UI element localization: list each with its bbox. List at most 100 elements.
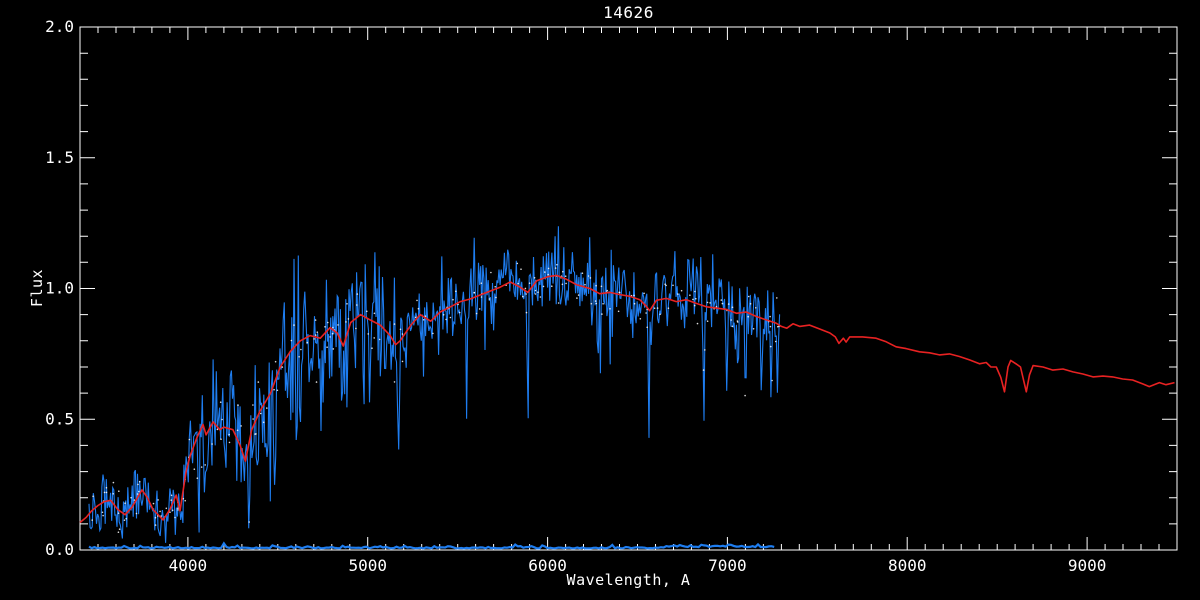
- data-speck: [547, 267, 550, 270]
- data-speck: [123, 519, 126, 521]
- data-speck: [276, 389, 279, 392]
- data-speck: [417, 307, 420, 310]
- data-speck: [367, 333, 370, 335]
- data-speck: [174, 516, 176, 519]
- data-speck: [755, 307, 757, 309]
- data-speck: [490, 271, 492, 274]
- data-speck: [769, 315, 771, 318]
- data-speck: [346, 303, 348, 305]
- data-speck: [749, 303, 752, 305]
- data-speck: [696, 322, 699, 325]
- data-speck: [347, 318, 350, 320]
- data-speck: [252, 418, 254, 420]
- y-tick-label: 1.0: [45, 279, 74, 298]
- data-speck: [138, 490, 140, 493]
- data-speck: [533, 277, 536, 279]
- data-speck: [300, 348, 302, 351]
- data-speck: [401, 360, 404, 363]
- data-speck: [171, 509, 174, 512]
- data-speck: [639, 318, 642, 320]
- data-speck: [324, 326, 326, 328]
- data-speck: [281, 366, 284, 368]
- data-speck: [618, 291, 621, 294]
- data-speck: [520, 268, 522, 271]
- data-speck: [378, 338, 381, 341]
- data-speck: [130, 496, 132, 499]
- data-speck: [494, 286, 497, 288]
- data-speck: [771, 379, 773, 382]
- data-speck: [138, 480, 141, 483]
- data-speck: [562, 270, 564, 273]
- data-speck: [101, 511, 104, 514]
- data-speck: [480, 282, 483, 285]
- data-speck: [695, 297, 697, 300]
- data-speck: [316, 331, 319, 334]
- data-speck: [313, 338, 315, 340]
- data-speck: [306, 341, 309, 344]
- data-speck: [595, 284, 597, 287]
- data-speck: [373, 337, 376, 339]
- data-speck: [752, 328, 755, 330]
- data-speck: [314, 334, 317, 336]
- data-speck: [565, 282, 567, 285]
- data-speck: [252, 404, 254, 406]
- data-speck: [643, 292, 645, 295]
- data-speck: [432, 332, 434, 335]
- data-speck: [594, 300, 597, 302]
- data-speck: [577, 294, 580, 296]
- data-speck: [193, 468, 196, 471]
- data-speck: [672, 284, 674, 287]
- data-speck: [228, 441, 231, 444]
- data-speck: [704, 349, 706, 351]
- data-speck: [590, 302, 593, 305]
- data-speck: [366, 310, 368, 313]
- data-speck: [516, 262, 519, 265]
- data-speck: [170, 494, 173, 497]
- data-speck: [689, 294, 691, 297]
- data-speck: [152, 502, 155, 505]
- data-speck: [727, 303, 730, 305]
- data-speck: [257, 381, 260, 383]
- spectrum-plot-canvas: 4000 5000 6000 7000 8000 90000.00.51.01.52.0: [45, 17, 1178, 575]
- data-speck: [455, 290, 457, 293]
- data-speck: [124, 502, 126, 505]
- data-speck: [401, 333, 404, 335]
- data-speck: [91, 519, 93, 521]
- observed-spectrum-line: [88, 226, 781, 543]
- y-tick-label: 1.5: [45, 148, 74, 167]
- data-speck: [211, 443, 213, 445]
- data-speck: [273, 388, 275, 391]
- data-speck: [290, 339, 293, 342]
- data-speck: [693, 304, 696, 307]
- data-speck: [449, 316, 452, 319]
- data-speck: [332, 348, 335, 350]
- data-speck: [730, 319, 732, 321]
- data-speck: [524, 287, 527, 290]
- data-speck: [581, 272, 584, 275]
- data-speck: [564, 275, 567, 278]
- data-speck: [118, 528, 121, 530]
- data-speck: [137, 483, 139, 486]
- data-speck: [393, 381, 396, 383]
- data-speck: [315, 381, 318, 383]
- data-speck: [556, 263, 558, 266]
- data-speck: [602, 303, 604, 305]
- data-speck: [154, 524, 157, 526]
- data-speck: [653, 307, 656, 310]
- data-speck: [262, 421, 265, 424]
- data-speck: [774, 340, 777, 343]
- data-speck: [399, 328, 402, 331]
- data-speck: [219, 401, 222, 404]
- data-speck: [528, 282, 531, 285]
- data-speck: [659, 313, 661, 316]
- data-speck: [537, 291, 539, 294]
- data-speck: [747, 315, 749, 318]
- data-speck: [777, 325, 779, 328]
- data-speck: [266, 407, 268, 409]
- data-speck: [220, 438, 222, 441]
- data-speck: [373, 312, 376, 315]
- data-speck: [561, 283, 564, 286]
- data-speck: [736, 321, 739, 323]
- data-speck: [584, 283, 586, 286]
- data-speck: [633, 302, 636, 305]
